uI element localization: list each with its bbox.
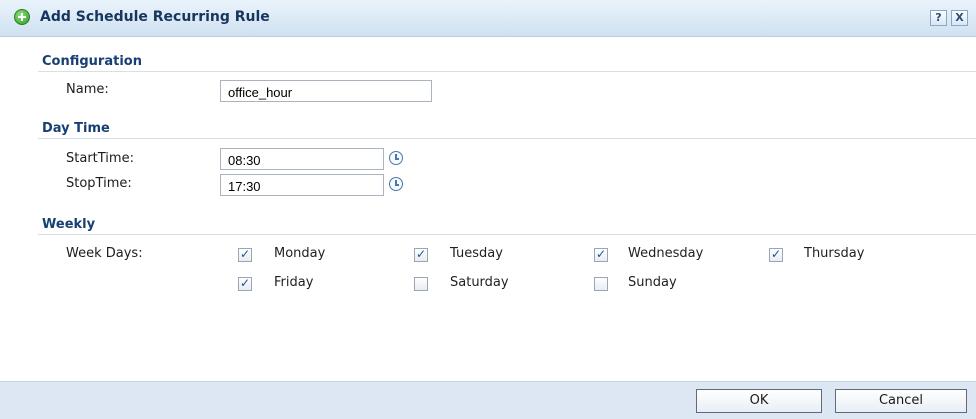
sunday-checkbox[interactable] (594, 277, 608, 291)
daytime-heading: Day Time (42, 121, 110, 136)
footer-bar: OK Cancel (0, 381, 976, 419)
dialog: Add Schedule Recurring Rule ? X Configur… (0, 0, 976, 419)
tuesday-label: Tuesday (450, 246, 503, 261)
saturday-checkbox[interactable] (414, 277, 428, 291)
section-divider (38, 71, 976, 72)
section-divider (38, 234, 976, 235)
starttime-clock-icon[interactable] (389, 151, 403, 165)
title-bar: Add Schedule Recurring Rule ? X (0, 0, 976, 37)
cancel-button[interactable]: Cancel (835, 389, 967, 413)
tuesday-checkbox[interactable]: ✓ (414, 248, 428, 262)
friday-label: Friday (274, 275, 314, 290)
name-label: Name: (66, 82, 109, 97)
dialog-title: Add Schedule Recurring Rule (40, 9, 270, 25)
wednesday-label: Wednesday (628, 246, 704, 261)
close-button[interactable]: X (951, 10, 968, 26)
section-divider (38, 138, 976, 139)
friday-checkbox[interactable]: ✓ (238, 277, 252, 291)
saturday-label: Saturday (450, 275, 509, 290)
sunday-label: Sunday (628, 275, 677, 290)
starttime-input[interactable] (220, 148, 384, 170)
wednesday-checkbox[interactable]: ✓ (594, 248, 608, 262)
starttime-label: StartTime: (66, 151, 134, 166)
add-icon (14, 9, 30, 25)
thursday-checkbox[interactable]: ✓ (769, 248, 783, 262)
stoptime-input[interactable] (220, 174, 384, 196)
ok-button[interactable]: OK (696, 389, 822, 413)
stoptime-clock-icon[interactable] (389, 177, 403, 191)
stoptime-label: StopTime: (66, 176, 132, 191)
thursday-label: Thursday (804, 246, 865, 261)
name-input[interactable] (220, 80, 432, 102)
weekly-heading: Weekly (42, 217, 96, 232)
weekdays-label: Week Days: (66, 246, 143, 261)
monday-label: Monday (274, 246, 326, 261)
configuration-heading: Configuration (42, 54, 142, 69)
monday-checkbox[interactable]: ✓ (238, 248, 252, 262)
help-button[interactable]: ? (930, 10, 947, 26)
left-rail (0, 37, 10, 381)
